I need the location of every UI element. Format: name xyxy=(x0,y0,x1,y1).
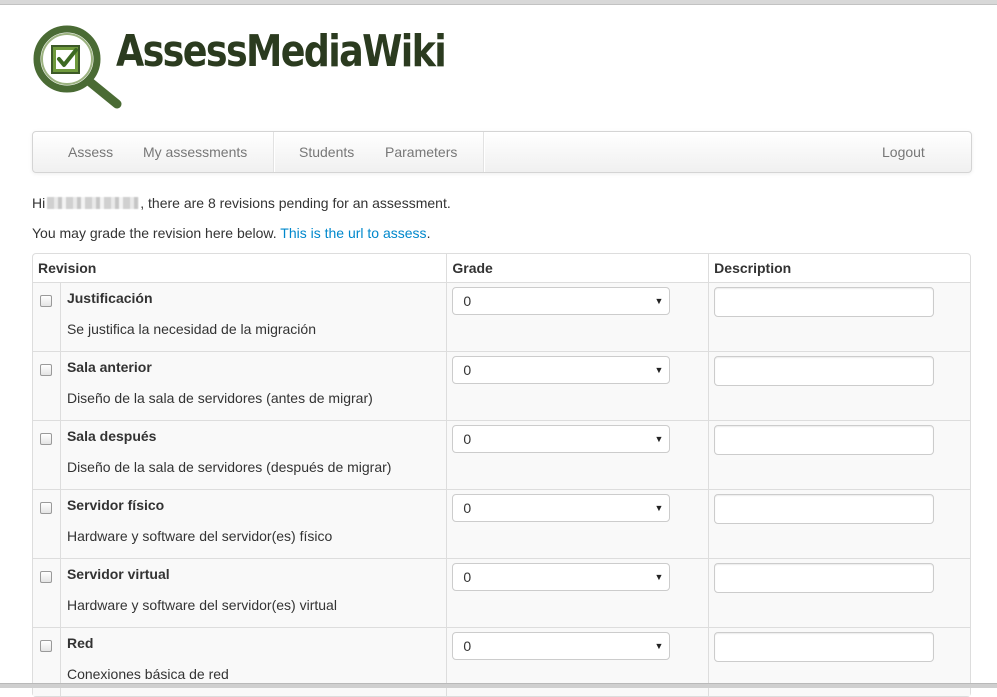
revision-name: Red xyxy=(66,635,94,651)
grade-select[interactable]: 0 ▼ xyxy=(452,287,671,315)
table-row: Sala después Diseño de la sala de servido… xyxy=(33,420,970,489)
nav-divider xyxy=(273,132,275,172)
row-checkbox[interactable] xyxy=(40,433,52,445)
nav-parameters[interactable]: Parameters xyxy=(385,132,457,172)
grade-value: 0 xyxy=(463,362,472,378)
table-row: Servidor virtual Hardware y software del … xyxy=(33,558,970,627)
revision-description: Conexiones básica de red xyxy=(66,666,229,682)
browser-top-edge xyxy=(0,0,997,5)
greeting-prefix: Hi xyxy=(32,195,46,211)
redacted-username xyxy=(47,197,140,209)
description-input[interactable] xyxy=(714,356,935,386)
description-input[interactable] xyxy=(714,425,935,455)
revision-description: Hardware y software del servidor(es) fís… xyxy=(66,528,333,544)
revision-name: Sala anterior xyxy=(66,359,152,375)
assess-url-link[interactable]: This is the url to assess xyxy=(280,225,426,241)
site-logo-text: AssessMediaWiki xyxy=(116,26,447,77)
greeting-message: Hi , there are 8 revisions pending for an… xyxy=(32,195,451,211)
instruction-text: You may grade the revision here below. xyxy=(32,225,281,241)
caret-down-icon: ▼ xyxy=(654,434,664,444)
table-row: Sala anterior Diseño de la sala de servid… xyxy=(33,351,970,420)
grade-select[interactable]: 0 ▼ xyxy=(452,425,671,453)
grade-select[interactable]: 0 ▼ xyxy=(452,494,671,522)
revision-name: Justificación xyxy=(66,290,153,306)
caret-down-icon: ▼ xyxy=(654,641,664,651)
row-checkbox[interactable] xyxy=(40,640,52,652)
nav-logout[interactable]: Logout xyxy=(882,132,925,172)
nav-assess[interactable]: Assess xyxy=(68,132,113,172)
description-input[interactable] xyxy=(714,287,935,317)
caret-down-icon: ▼ xyxy=(654,296,664,306)
revision-description: Diseño de la sala de servidores (después… xyxy=(66,459,392,475)
browser-bottom-edge xyxy=(0,683,997,688)
caret-down-icon: ▼ xyxy=(654,503,664,513)
nav-my-assessments[interactable]: My assessments xyxy=(143,132,247,172)
greeting-suffix: , there are 8 revisions pending for an a… xyxy=(140,195,451,211)
description-input[interactable] xyxy=(714,494,935,524)
row-checkbox[interactable] xyxy=(40,364,52,376)
revision-name: Servidor virtual xyxy=(66,566,170,582)
revision-name: Sala después xyxy=(66,428,157,444)
column-header-description: Description xyxy=(708,254,970,282)
revision-description: Hardware y software del servidor(es) vir… xyxy=(66,597,337,613)
instruction-message: You may grade the revision here below. T… xyxy=(32,225,430,241)
revisions-table: Revision Grade Description Justificación… xyxy=(32,253,971,697)
revision-description: Diseño de la sala de servidores (antes d… xyxy=(66,390,373,406)
main-navbar: Assess My assessments Students Parameter… xyxy=(32,131,972,173)
row-checkbox[interactable] xyxy=(40,502,52,514)
grade-value: 0 xyxy=(463,431,472,447)
column-header-grade: Grade xyxy=(446,254,708,282)
instruction-end: . xyxy=(426,225,431,241)
magnifier-check-icon xyxy=(33,25,122,109)
revision-description: Se justifica la necesidad de la migració… xyxy=(66,321,316,337)
description-input[interactable] xyxy=(714,632,935,662)
table-row: Justificación Se justifica la necesidad d… xyxy=(33,282,970,351)
nav-divider xyxy=(483,132,485,172)
revision-name: Servidor físico xyxy=(66,497,165,513)
site-logo[interactable]: AssessMediaWiki xyxy=(32,24,447,110)
grade-value: 0 xyxy=(463,293,472,309)
grade-value: 0 xyxy=(463,500,472,516)
table-header-row: Revision Grade Description xyxy=(33,254,970,282)
grade-select[interactable]: 0 ▼ xyxy=(452,563,671,591)
grade-value: 0 xyxy=(463,638,472,654)
column-header-revision: Revision xyxy=(38,260,97,276)
table-row: Servidor físico Hardware y software del s… xyxy=(33,489,970,558)
nav-students[interactable]: Students xyxy=(299,132,354,172)
caret-down-icon: ▼ xyxy=(654,365,664,375)
grade-value: 0 xyxy=(463,569,472,585)
grade-select[interactable]: 0 ▼ xyxy=(452,356,671,384)
grade-select[interactable]: 0 ▼ xyxy=(452,632,671,660)
row-checkbox[interactable] xyxy=(40,295,52,307)
caret-down-icon: ▼ xyxy=(654,572,664,582)
description-input[interactable] xyxy=(714,563,935,593)
row-checkbox[interactable] xyxy=(40,571,52,583)
